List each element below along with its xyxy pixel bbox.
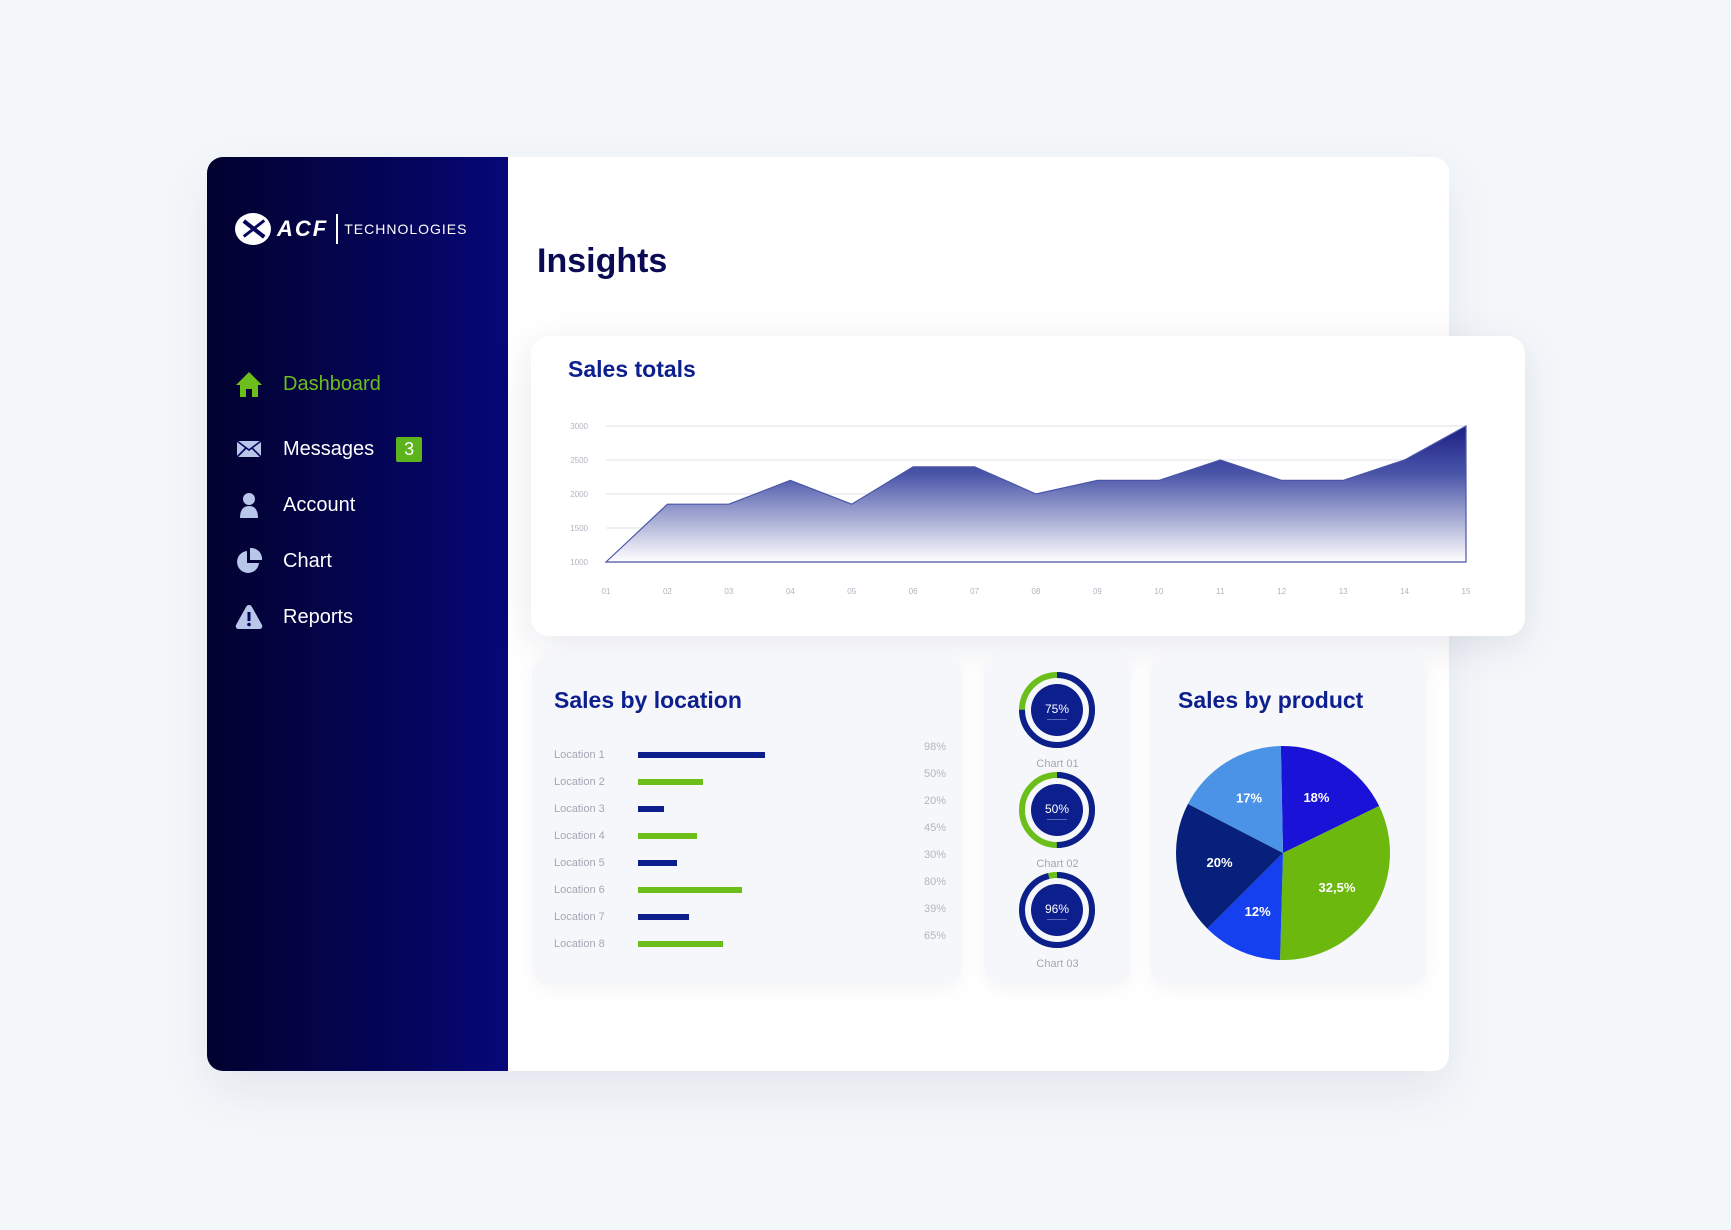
location-value: 30% — [924, 849, 947, 861]
sidebar-item-label: Messages — [283, 437, 375, 460]
brand-tagline: TECHNOLOGIES — [344, 221, 468, 237]
x-tick-label: 02 — [663, 587, 672, 596]
y-tick-label: 1500 — [570, 524, 588, 533]
globe-logo-icon — [235, 213, 271, 245]
location-bar — [638, 914, 689, 920]
sales-totals-area-chart: 1000 1500 2000 2500 3000 01 02 03 04 05 06 07 08 09 1… — [570, 422, 1471, 596]
location-label: Location 3 — [554, 803, 605, 815]
donut-subtext — [1047, 719, 1067, 720]
x-tick-label: 01 — [602, 587, 611, 596]
sidebar-item-reports[interactable]: Reports — [235, 589, 422, 645]
warning-icon — [235, 603, 263, 631]
x-tick-label: 15 — [1462, 587, 1471, 596]
x-tick-label: 13 — [1339, 587, 1348, 596]
pie-chart-icon — [235, 547, 263, 575]
x-tick-label: 08 — [1032, 587, 1041, 596]
pie-slice-label: 32,5% — [1319, 880, 1356, 895]
location-value: 20% — [924, 795, 947, 807]
location-label: Location 7 — [554, 911, 605, 923]
location-value: 45% — [924, 822, 947, 834]
location-row: Location 8 65% — [554, 930, 954, 950]
sales-by-location-card: Sales by location Location 1 98% Location … — [532, 655, 962, 985]
pie-slice-label: 12% — [1245, 904, 1271, 919]
donut-subtext — [1047, 919, 1067, 920]
sales-by-product-pie-chart: 18% 32,5% 12% 20% 17% — [1176, 746, 1390, 960]
logo-divider — [336, 214, 339, 244]
location-value: 39% — [924, 903, 947, 915]
y-tick-label: 2000 — [570, 490, 588, 499]
x-tick-label: 06 — [909, 587, 918, 596]
location-label: Location 8 — [554, 938, 605, 950]
location-label: Location 6 — [554, 884, 605, 896]
sidebar: ACF TECHNOLOGIES Dashboard Messages 3 Ac… — [207, 157, 508, 1071]
sidebar-item-chart[interactable]: Chart — [235, 533, 422, 589]
location-bar — [638, 779, 703, 785]
location-label: Location 1 — [554, 749, 605, 761]
donut-subtext — [1047, 819, 1067, 820]
donut-percent: 96% — [1045, 902, 1069, 916]
x-tick-label: 03 — [724, 587, 733, 596]
location-bar — [638, 860, 677, 866]
location-bar — [638, 833, 697, 839]
sidebar-nav: Dashboard Messages 3 Account Chart Repor… — [235, 347, 423, 645]
location-bar — [638, 887, 742, 893]
x-tick-label: 07 — [970, 587, 979, 596]
x-tick-label: 12 — [1277, 587, 1286, 596]
x-tick-label: 14 — [1400, 587, 1409, 596]
location-label: Location 4 — [554, 830, 605, 842]
donut-label: Chart 03 — [1036, 958, 1079, 970]
location-row: Location 7 39% — [554, 903, 954, 923]
donut-chart: 75% — [1019, 672, 1095, 748]
donut-percent: 50% — [1045, 802, 1069, 816]
pie-slice-label: 17% — [1236, 790, 1262, 805]
donut-charts-card: 75% Chart 01 50% Chart 02 96% Chart 03 — [984, 655, 1131, 985]
sidebar-item-messages[interactable]: Messages 3 — [235, 421, 423, 477]
donut-chart: 96% — [1019, 872, 1095, 948]
location-value: 98% — [924, 741, 947, 753]
sidebar-item-account[interactable]: Account — [235, 477, 422, 533]
user-icon — [235, 491, 263, 519]
sidebar-item-label: Reports — [283, 605, 354, 628]
location-row: Location 2 50% — [554, 768, 954, 788]
location-label: Location 5 — [554, 857, 605, 869]
x-tick-label: 05 — [847, 587, 856, 596]
location-row: Location 6 80% — [554, 876, 954, 896]
location-value: 65% — [924, 930, 947, 942]
y-tick-label: 3000 — [570, 422, 588, 431]
sidebar-item-label: Dashboard — [283, 372, 381, 395]
envelope-icon — [235, 435, 263, 463]
page-title: Insights — [537, 242, 668, 280]
donut-chart: 50% — [1019, 772, 1095, 848]
location-label: Location 2 — [554, 776, 605, 788]
sales-totals-card: Sales totals 1000 1500 2000 2500 3000 01 02 03… — [531, 336, 1525, 636]
sidebar-item-label: Account — [283, 493, 356, 516]
x-tick-label: 09 — [1093, 587, 1102, 596]
location-row: Location 4 45% — [554, 822, 954, 842]
messages-count-badge: 3 — [396, 436, 423, 462]
brand-name: ACF — [277, 216, 329, 241]
y-tick-label: 2500 — [570, 456, 588, 465]
home-icon — [235, 370, 263, 398]
x-tick-label: 11 — [1216, 587, 1225, 596]
location-row: Location 5 30% — [554, 849, 954, 869]
sales-by-location-title: Sales by location — [554, 687, 742, 713]
x-tick-label: 10 — [1154, 587, 1163, 596]
location-bar — [638, 806, 664, 812]
donut-percent: 75% — [1045, 702, 1069, 716]
location-bar — [638, 941, 723, 947]
pie-slice-label: 18% — [1303, 790, 1329, 805]
location-bar — [638, 752, 766, 758]
location-value: 80% — [924, 876, 947, 888]
location-row: Location 3 20% — [554, 795, 954, 815]
x-tick-label: 04 — [786, 587, 795, 596]
pie-slice-label: 20% — [1207, 855, 1233, 870]
sidebar-item-label: Chart — [283, 549, 332, 572]
sidebar-item-dashboard[interactable]: Dashboard — [235, 347, 422, 421]
location-row: Location 1 98% — [554, 741, 954, 761]
y-tick-label: 1000 — [570, 558, 588, 567]
brand-logo[interactable]: ACF TECHNOLOGIES — [235, 213, 467, 245]
location-value: 50% — [924, 768, 947, 780]
sales-by-product-card: Sales by product 18% 32,5% 12% 20% 17% — [1150, 655, 1427, 985]
